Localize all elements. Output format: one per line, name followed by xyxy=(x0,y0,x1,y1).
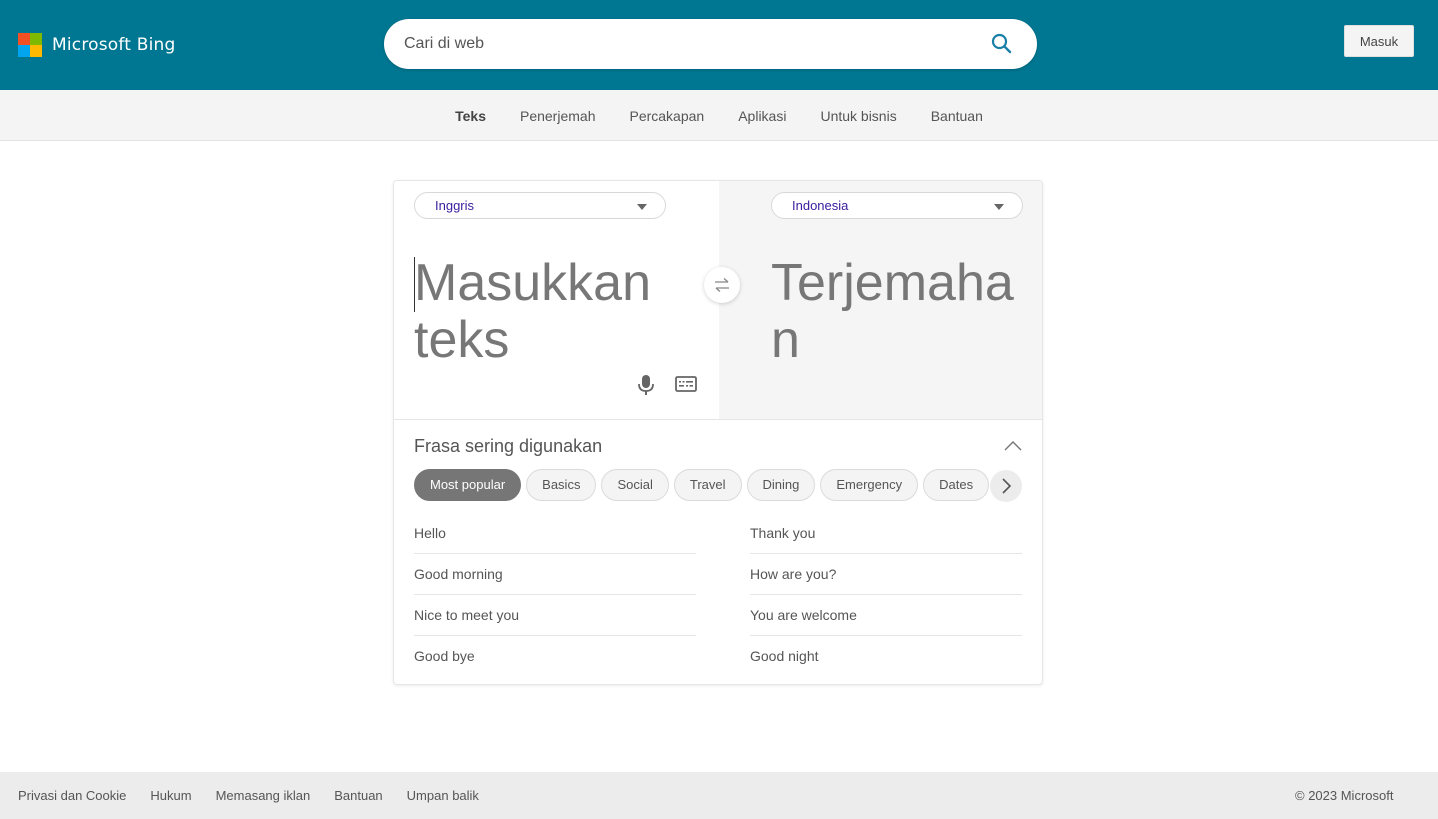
search-box xyxy=(384,19,1037,69)
chip-dining[interactable]: Dining xyxy=(746,469,816,501)
microphone-button[interactable] xyxy=(636,373,656,402)
phrase-list-right: Thank you How are you? You are welcome G… xyxy=(750,513,1022,677)
bing-logo[interactable]: Microsoft Bing xyxy=(18,33,176,57)
nav-tab-bantuan[interactable]: Bantuan xyxy=(931,107,983,124)
header: Microsoft Bing Masuk xyxy=(0,0,1438,90)
chips-next-button[interactable] xyxy=(990,470,1022,502)
phrase-item[interactable]: Nice to meet you xyxy=(414,595,696,636)
keyboard-icon xyxy=(675,376,697,392)
search-button[interactable] xyxy=(989,31,1015,57)
source-language-select[interactable]: Inggris xyxy=(414,192,666,219)
footer-link-legal[interactable]: Hukum xyxy=(150,788,191,803)
phrase-item[interactable]: Thank you xyxy=(750,513,1022,554)
footer-link-feedback[interactable]: Umpan balik xyxy=(407,788,479,803)
microsoft-logo-icon xyxy=(18,33,42,57)
chevron-up-icon xyxy=(1004,441,1022,451)
divider xyxy=(394,419,1042,420)
keyboard-button[interactable] xyxy=(675,376,697,397)
collapse-phrases-button[interactable] xyxy=(1002,437,1024,455)
dropdown-caret-icon xyxy=(994,204,1004,210)
swap-arrows-icon xyxy=(715,278,729,292)
phrase-list-left: Hello Good morning Nice to meet you Good… xyxy=(414,513,696,677)
nav-tab-penerjemah[interactable]: Penerjemah xyxy=(520,107,596,124)
dropdown-caret-icon xyxy=(637,204,647,210)
phrase-item[interactable]: Good morning xyxy=(414,554,696,595)
source-language-label: Inggris xyxy=(435,198,475,213)
copyright: © 2023 Microsoft xyxy=(1295,788,1394,803)
brand-name: Microsoft Bing xyxy=(52,35,176,55)
phrase-item[interactable]: You are welcome xyxy=(750,595,1022,636)
chip-social[interactable]: Social xyxy=(601,469,669,501)
footer-link-privacy[interactable]: Privasi dan Cookie xyxy=(18,788,126,803)
nav-tab-aplikasi[interactable]: Aplikasi xyxy=(738,107,786,124)
microphone-icon xyxy=(638,375,654,395)
footer: Privasi dan Cookie Hukum Memasang iklan … xyxy=(0,772,1438,819)
footer-link-advertise[interactable]: Memasang iklan xyxy=(216,788,311,803)
chip-emergency[interactable]: Emergency xyxy=(820,469,919,501)
chevron-right-icon xyxy=(1002,478,1012,494)
phrase-item[interactable]: Good night xyxy=(750,636,1022,677)
nav-tab-percakapan[interactable]: Percakapan xyxy=(629,107,704,124)
chip-most-popular[interactable]: Most popular xyxy=(414,469,522,501)
source-text-input[interactable]: Masukkan teks xyxy=(414,255,704,369)
target-pane: Indonesia Terjemahan xyxy=(719,181,1042,419)
chip-travel[interactable]: Travel xyxy=(673,469,742,501)
translator-nav: Teks Penerjemah Percakapan Aplikasi Untu… xyxy=(0,90,1438,141)
sign-in-button[interactable]: Masuk xyxy=(1344,25,1414,57)
phrase-item[interactable]: How are you? xyxy=(750,554,1022,595)
nav-tab-untuk-bisnis[interactable]: Untuk bisnis xyxy=(820,107,896,124)
translation-output: Terjemahan xyxy=(771,254,1014,369)
footer-links: Privasi dan Cookie Hukum Memasang iklan … xyxy=(18,788,503,803)
chip-basics[interactable]: Basics xyxy=(526,469,597,501)
phrase-item[interactable]: Good bye xyxy=(414,636,696,677)
search-icon xyxy=(991,33,1012,54)
phrase-category-chips: Most popular Basics Social Travel Dining Emer… xyxy=(414,469,1024,503)
phrases-title: Frasa sering digunakan xyxy=(414,436,603,456)
nav-tab-teks[interactable]: Teks xyxy=(455,107,486,124)
search-input[interactable] xyxy=(404,19,974,69)
phrase-item[interactable]: Hello xyxy=(414,513,696,554)
chip-dates[interactable]: Dates xyxy=(923,469,990,501)
translator-card: Inggris Masukkan teks Indonesia Terjemah… xyxy=(393,180,1043,685)
target-language-label: Indonesia xyxy=(792,198,849,213)
swap-languages-button[interactable] xyxy=(704,267,740,303)
footer-link-help[interactable]: Bantuan xyxy=(334,788,382,803)
source-pane: Inggris Masukkan teks xyxy=(394,181,719,419)
target-language-select[interactable]: Indonesia xyxy=(771,192,1023,219)
